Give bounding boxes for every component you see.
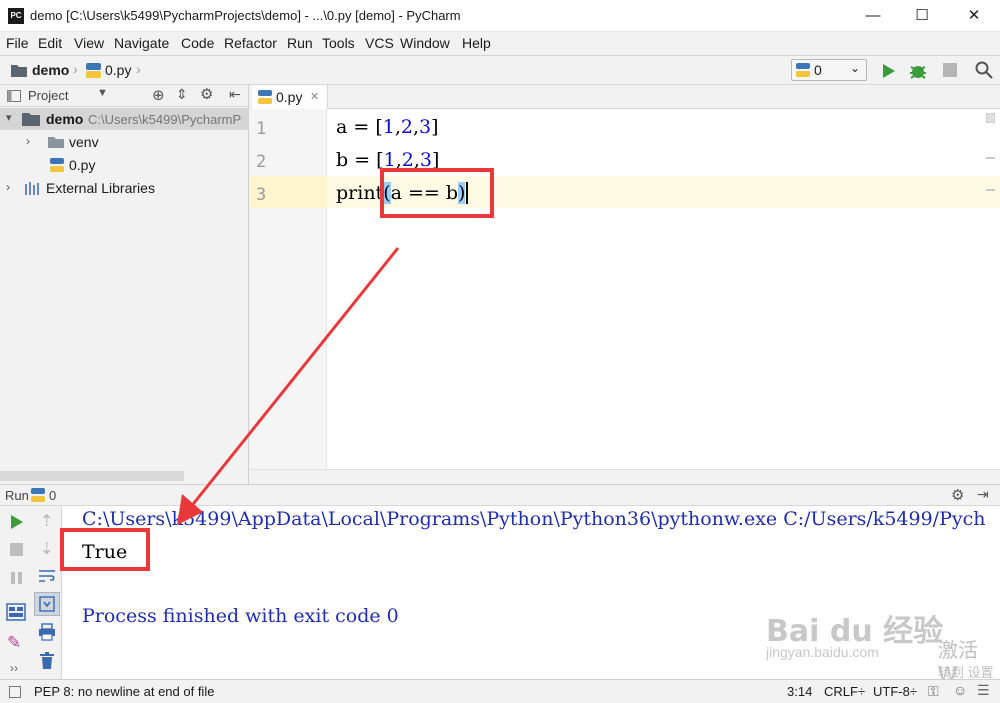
annotation-arrow xyxy=(177,247,400,525)
